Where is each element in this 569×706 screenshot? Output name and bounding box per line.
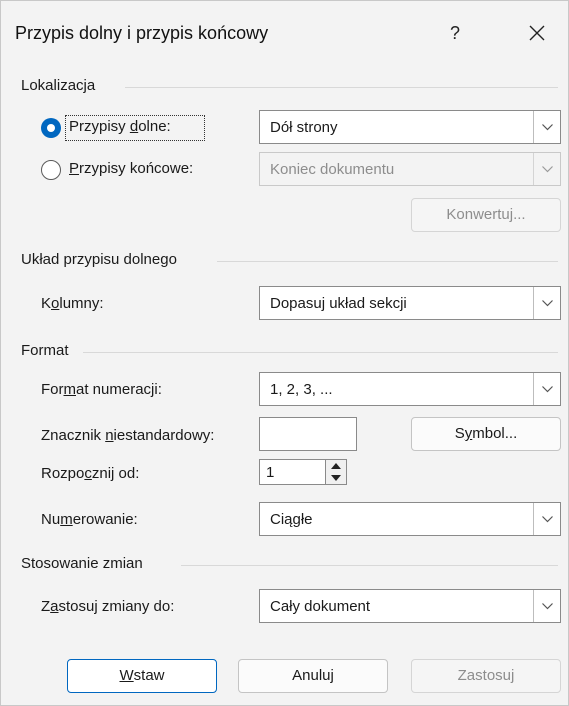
help-icon: ? bbox=[449, 23, 460, 43]
section-apply-label: Stosowanie zmian bbox=[21, 555, 143, 572]
spin-down-button[interactable] bbox=[326, 472, 346, 484]
section-divider bbox=[181, 565, 558, 566]
number-format-label: Format numeracji: bbox=[41, 381, 162, 398]
apply-button[interactable]: Zastosuj bbox=[411, 659, 561, 693]
chevron-down-icon bbox=[542, 300, 553, 307]
section-location-label: Lokalizacja bbox=[21, 77, 96, 94]
title-bar: Przypis dolny i przypis końcowy ? bbox=[1, 1, 569, 65]
footnotes-position-value: Dół strony bbox=[270, 119, 338, 136]
custom-mark-label: Znacznik niestandardowy: bbox=[41, 427, 215, 444]
insert-button[interactable]: Wstaw bbox=[67, 659, 217, 693]
columns-value: Dopasuj układ sekcji bbox=[270, 295, 407, 312]
chevron-down-icon bbox=[542, 386, 553, 393]
endnotes-position-select[interactable]: Koniec dokumentu bbox=[259, 152, 561, 186]
endnotes-label: Przypisy końcowe: bbox=[69, 160, 194, 177]
triangle-down-icon bbox=[331, 475, 341, 481]
numbering-select[interactable]: Ciągłe bbox=[259, 502, 561, 536]
apply-to-select[interactable]: Cały dokument bbox=[259, 589, 561, 623]
chevron-down-icon bbox=[542, 166, 553, 173]
close-icon bbox=[529, 25, 545, 41]
numbering-value: Ciągłe bbox=[270, 511, 313, 528]
convert-button[interactable]: Konwertuj... bbox=[411, 198, 561, 232]
start-at-value: 1 bbox=[266, 464, 275, 481]
columns-select[interactable]: Dopasuj układ sekcji bbox=[259, 286, 561, 320]
close-button[interactable] bbox=[517, 15, 557, 51]
section-divider bbox=[83, 352, 558, 353]
chevron-down-icon bbox=[542, 603, 553, 610]
symbol-button[interactable]: Symbol... bbox=[411, 417, 561, 451]
apply-to-label: Zastosuj zmiany do: bbox=[41, 598, 175, 615]
apply-to-value: Cały dokument bbox=[270, 598, 371, 615]
numbering-label: Numerowanie: bbox=[41, 511, 138, 528]
footnotes-position-select[interactable]: Dół strony bbox=[259, 110, 561, 144]
number-format-select[interactable]: 1, 2, 3, ... bbox=[259, 372, 561, 406]
columns-label: Kolumny: bbox=[41, 295, 104, 312]
section-format-label: Format bbox=[21, 342, 69, 359]
start-at-label: Rozpocznij od: bbox=[41, 465, 140, 482]
endnotes-position-value: Koniec dokumentu bbox=[270, 161, 395, 178]
chevron-down-icon bbox=[542, 124, 553, 131]
section-divider bbox=[217, 261, 558, 262]
help-button[interactable]: ? bbox=[435, 13, 475, 53]
footnotes-label: Przypisy dolne: bbox=[69, 118, 171, 135]
endnotes-radio[interactable] bbox=[41, 160, 61, 180]
chevron-down-icon bbox=[542, 516, 553, 523]
section-layout-label: Układ przypisu dolnego bbox=[21, 251, 177, 268]
footnotes-radio[interactable] bbox=[41, 118, 61, 138]
footnote-endnote-dialog: Przypis dolny i przypis końcowy ? Lokali… bbox=[0, 0, 569, 706]
start-at-spinner[interactable]: 1 bbox=[259, 459, 347, 485]
custom-mark-input[interactable] bbox=[259, 417, 357, 451]
dialog-title: Przypis dolny i przypis końcowy bbox=[15, 23, 269, 43]
number-format-value: 1, 2, 3, ... bbox=[270, 381, 333, 398]
cancel-button[interactable]: Anuluj bbox=[238, 659, 388, 693]
section-divider bbox=[125, 87, 558, 88]
triangle-up-icon bbox=[331, 463, 341, 469]
